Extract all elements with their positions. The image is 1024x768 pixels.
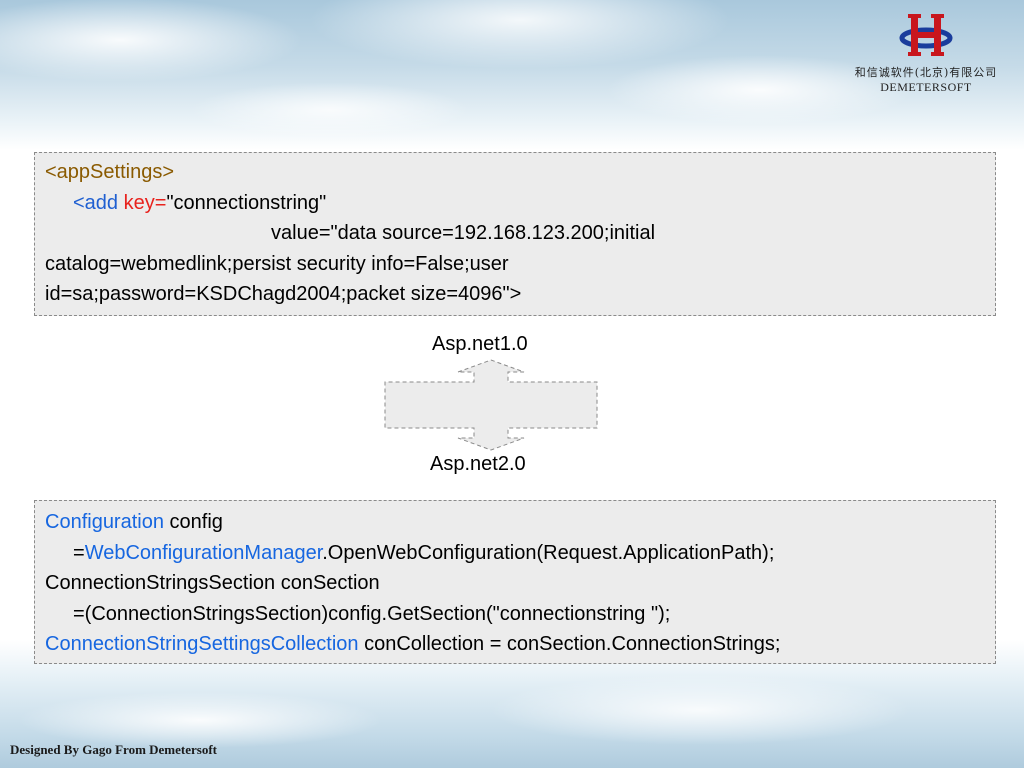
code-line-5: id=sa;password=KSDChagd2004;packet size=… (45, 283, 522, 305)
asp-net-2-label: Asp.net2.0 (430, 453, 526, 475)
connectionstringsettingscollection-type: ConnectionStringSettingsCollection (45, 633, 359, 655)
code-line-1: <appSettings> (45, 157, 985, 188)
company-name-cn: 和信诚软件(北京)有限公司 (854, 66, 998, 79)
company-name-en: DEMETERSOFT (880, 80, 972, 94)
key-attribute: key= (123, 191, 167, 214)
configuration-type: Configuration (45, 511, 164, 533)
code-line-2: <add key="connectionstring" (45, 188, 985, 219)
code-line-3: ConnectionStringsSection conSection (45, 572, 380, 594)
code-line-1: Configuration config (45, 507, 985, 538)
appsettings-code-block: <appSettings> <add key="connectionstring… (34, 152, 996, 316)
code-line-4: =(ConnectionStringsSection)config.GetSec… (73, 602, 671, 625)
config-var: config (163, 511, 223, 533)
concollection-assignment: conCollection = conSection.ConnectionStr… (358, 633, 781, 655)
code-line-2: =WebConfigurationManager.OpenWebConfigur… (45, 538, 985, 569)
add-tag: <add (73, 191, 119, 214)
webconfigurationmanager-type: WebConfigurationManager (84, 541, 323, 564)
appsettings-tag: <appSettings> (45, 161, 174, 183)
key-value: "connectionstring" (166, 191, 327, 214)
configuration-code-block: Configuration config =WebConfigurationMa… (34, 500, 996, 664)
asp-net-1-label: Asp.net1.0 (432, 333, 528, 355)
assign-operator: = (73, 541, 85, 564)
code-line-3: value="data source=192.168.123.200;initi… (271, 222, 656, 244)
demetersoft-logo-icon (899, 14, 953, 56)
open-web-config-call: .OpenWebConfiguration(Request.Applicatio… (322, 541, 775, 564)
code-line-5: ConnectionStringSettingsCollection conCo… (45, 629, 985, 660)
footer-credit: Designed By Gago From Demetersoft (10, 742, 217, 757)
double-arrow-icon (384, 359, 598, 451)
code-line-4: catalog=webmedlink;persist security info… (45, 252, 509, 275)
company-logo: 和信诚软件(北京)有限公司 DEMETERSOFT (836, 10, 1016, 100)
